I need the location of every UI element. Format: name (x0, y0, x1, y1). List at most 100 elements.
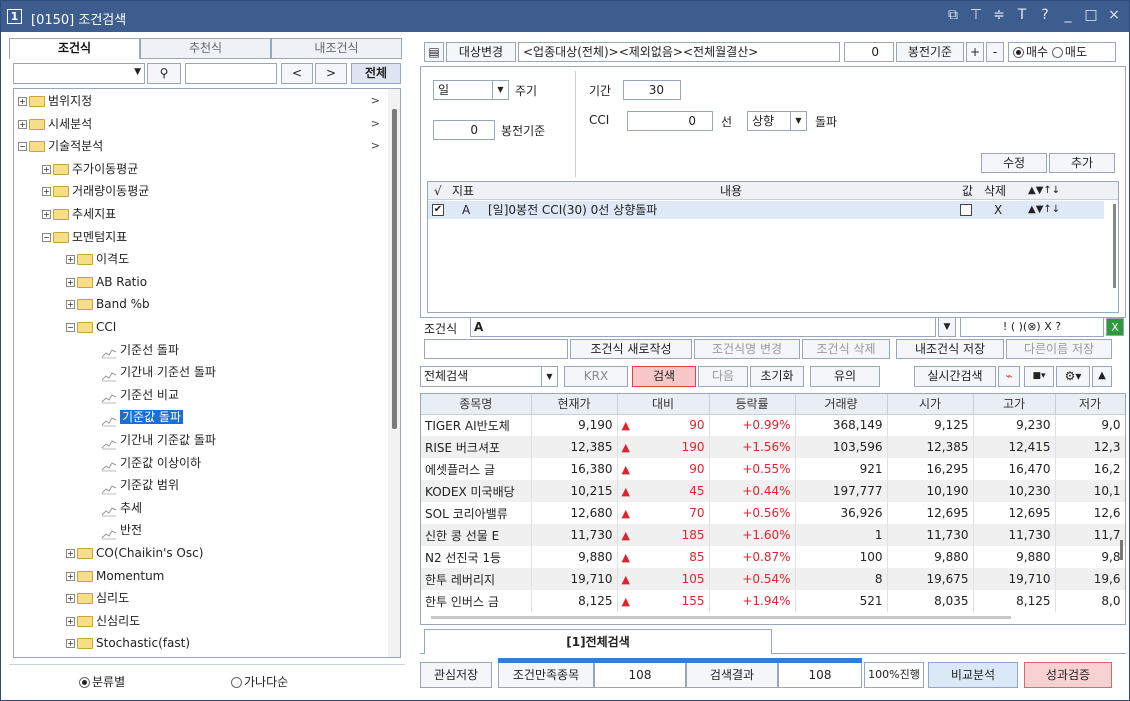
op-group[interactable]: (⊗) (1023, 320, 1041, 333)
tree-folder-item[interactable]: + 신심리도 (66, 610, 140, 632)
op-not[interactable]: ! (1003, 320, 1007, 333)
table-row[interactable]: SOL 코리아밸류 12,680 ▲ 70 +0.56% 36,926 12,695 12,6… (421, 502, 1125, 524)
expand-icon[interactable]: + (18, 119, 27, 129)
bong-basis-button[interactable]: 봉전기준 (896, 42, 964, 62)
tree-condition-item[interactable]: 기준값 범위 (90, 474, 179, 496)
direction-select[interactable]: 상향 ▼ (747, 111, 807, 131)
tree-condition-item[interactable]: 기준선 비교 (90, 384, 179, 406)
collapse-icon[interactable]: − (18, 142, 27, 152)
minus-button[interactable]: - (986, 42, 1004, 62)
tree-scrollbar[interactable] (388, 89, 400, 657)
radio-alpha[interactable]: 가나다순 (231, 673, 288, 690)
search-input[interactable] (185, 63, 277, 84)
minimize-icon[interactable]: _ (1061, 7, 1075, 23)
expand-icon[interactable]: + (66, 277, 75, 287)
table-row[interactable]: N2 선진국 1등 9,880 ▲ 85 +0.87% 100 9,880 9,880 9,8 (421, 546, 1125, 568)
cci-input[interactable]: 0 (627, 111, 713, 131)
tree-folder-item[interactable]: + Band %b (66, 293, 150, 315)
category-dropdown[interactable]: ▼ (13, 63, 145, 84)
tree-condition-item[interactable]: 반전 (90, 519, 142, 541)
column-header[interactable]: 거래량 (795, 394, 888, 415)
radio-buy[interactable]: 매수 (1013, 45, 1048, 59)
table-row[interactable]: KODEX 미국배당 10,215 ▲ 45 +0.44% 197,777 10,190 10… (421, 480, 1125, 502)
tree-folder-item[interactable]: + AB Ratio (66, 271, 147, 293)
bong-basis-input[interactable]: 0 (433, 120, 495, 140)
tree-folder-item[interactable]: + Momentum (66, 565, 164, 587)
tree-arrow-icon[interactable]: > (371, 90, 380, 112)
save-condition-button[interactable]: 내조건식 저장 (896, 339, 1004, 359)
period-select[interactable]: 일 ▼ (433, 80, 509, 100)
tree-folder-item[interactable]: + 범위지정 (18, 90, 92, 112)
scroll-thumb[interactable] (392, 109, 397, 429)
column-header[interactable]: 등락률 (709, 394, 796, 415)
expand-icon[interactable]: + (42, 187, 51, 197)
tree-condition-item[interactable]: 기간내 기준선 돌파 (90, 361, 216, 383)
tree-folder-item[interactable]: + 이격도 (66, 248, 129, 270)
tree-folder-item[interactable]: + CO(Chaikin's Osc) (66, 542, 203, 564)
table-row[interactable]: 에셋플러스 글 16,380 ▲ 90 +0.55% 921 16,295 16,470 16,… (421, 458, 1125, 480)
pin-top-icon[interactable]: ≑ (992, 7, 1006, 23)
expand-icon[interactable]: + (42, 210, 51, 219)
note-button[interactable]: 유의 (810, 366, 880, 387)
prev-button[interactable]: < (281, 63, 313, 84)
table-row[interactable]: 신한 콩 선물 E 11,730 ▲ 185 +1.60% 1 11,730 11,730 11… (421, 524, 1125, 546)
font-icon[interactable]: T (1015, 7, 1029, 23)
expand-icon[interactable]: + (66, 639, 75, 649)
tab-condition[interactable]: 조건식 (9, 38, 140, 59)
compare-button[interactable]: 비교분석 (928, 662, 1018, 688)
expand-icon[interactable]: + (42, 164, 51, 174)
column-header[interactable]: 저가 (1055, 394, 1125, 415)
collapse-icon[interactable]: ▲ (1092, 366, 1112, 387)
krx-button[interactable]: KRX (564, 366, 628, 387)
tree-folder-item[interactable]: + 추세지표 (42, 203, 116, 225)
close-icon[interactable]: × (1107, 7, 1121, 23)
all-button[interactable]: 전체 (351, 63, 401, 84)
gigan-input[interactable]: 30 (623, 80, 681, 100)
grid-scrollbar[interactable] (1113, 204, 1116, 288)
tree-condition-item[interactable]: 기간내 기준값 돌파 (90, 429, 216, 451)
expand-icon[interactable]: + (66, 594, 75, 604)
tree-folder-item[interactable]: + 시세분석 (18, 113, 92, 135)
grid-row[interactable]: ✔ A [일]0봉전 CCI(30) 0선 상향돌파 X ▲▼↑↓ (428, 201, 1104, 219)
help-icon[interactable]: ? (1038, 7, 1052, 23)
expand-icon[interactable]: + (66, 255, 75, 265)
maximize-icon[interactable]: □ (1084, 7, 1098, 23)
tree-arrow-icon[interactable]: > (371, 135, 380, 157)
target-change-button[interactable]: 대상변경 (446, 42, 516, 62)
expand-icon[interactable]: + (66, 571, 75, 581)
formula-operators[interactable]: ! ( )(⊗) X ? (960, 317, 1104, 337)
value-checkbox[interactable] (960, 204, 972, 216)
radio-category[interactable]: 분류별 (79, 673, 125, 690)
tree-folder-item[interactable]: + Stochastic(fast) (66, 632, 190, 654)
tree-condition-item[interactable]: 기준값 이상이하 (90, 452, 201, 474)
search-run-button[interactable]: 검색 (632, 366, 696, 387)
row-delete[interactable]: X (994, 201, 1002, 219)
tree-folder-item[interactable]: + 주가이동평균 (42, 158, 138, 180)
next-button[interactable]: > (315, 63, 347, 84)
formula-input[interactable]: A (470, 317, 936, 337)
tree-folder-item[interactable]: − 모멘텀지표 (42, 226, 127, 248)
modify-button[interactable]: 수정 (981, 153, 1047, 173)
verify-button[interactable]: 성과검증 (1024, 662, 1112, 688)
rename-button[interactable]: 조건식명 변경 (694, 339, 800, 359)
settings-icon[interactable]: ⚙▾ (1056, 366, 1090, 387)
result-scrollbar[interactable] (1120, 540, 1123, 560)
fav-save-button[interactable]: 관심저장 (420, 662, 492, 688)
realtime-search-button[interactable]: 실시간검색 (914, 366, 996, 387)
search-button[interactable]: ⚲ (147, 63, 181, 84)
op-open[interactable]: ( (1011, 320, 1015, 333)
expand-icon[interactable]: + (66, 300, 75, 310)
new-condition-button[interactable]: 조건식 새로작성 (570, 339, 692, 359)
tree-condition-item[interactable]: 기준선 돌파 (90, 339, 179, 361)
add-button[interactable]: 추가 (1049, 153, 1115, 173)
formula-name-input[interactable] (424, 339, 568, 359)
expand-icon[interactable]: + (66, 549, 75, 558)
column-header[interactable]: 현재가 (531, 394, 618, 415)
bong-value-input[interactable]: 0 (844, 42, 894, 62)
tree-folder-item[interactable]: + 거래량이동평균 (42, 180, 149, 202)
table-row[interactable]: TIGER AI반도체 9,190 ▲ 90 +0.99% 368,149 9,125 9,2… (421, 414, 1125, 436)
expand-icon[interactable]: + (18, 97, 27, 106)
collapse-icon[interactable]: − (42, 232, 51, 242)
tree-folder-item[interactable]: + 심리도 (66, 587, 129, 609)
op-help[interactable]: ? (1055, 320, 1061, 333)
